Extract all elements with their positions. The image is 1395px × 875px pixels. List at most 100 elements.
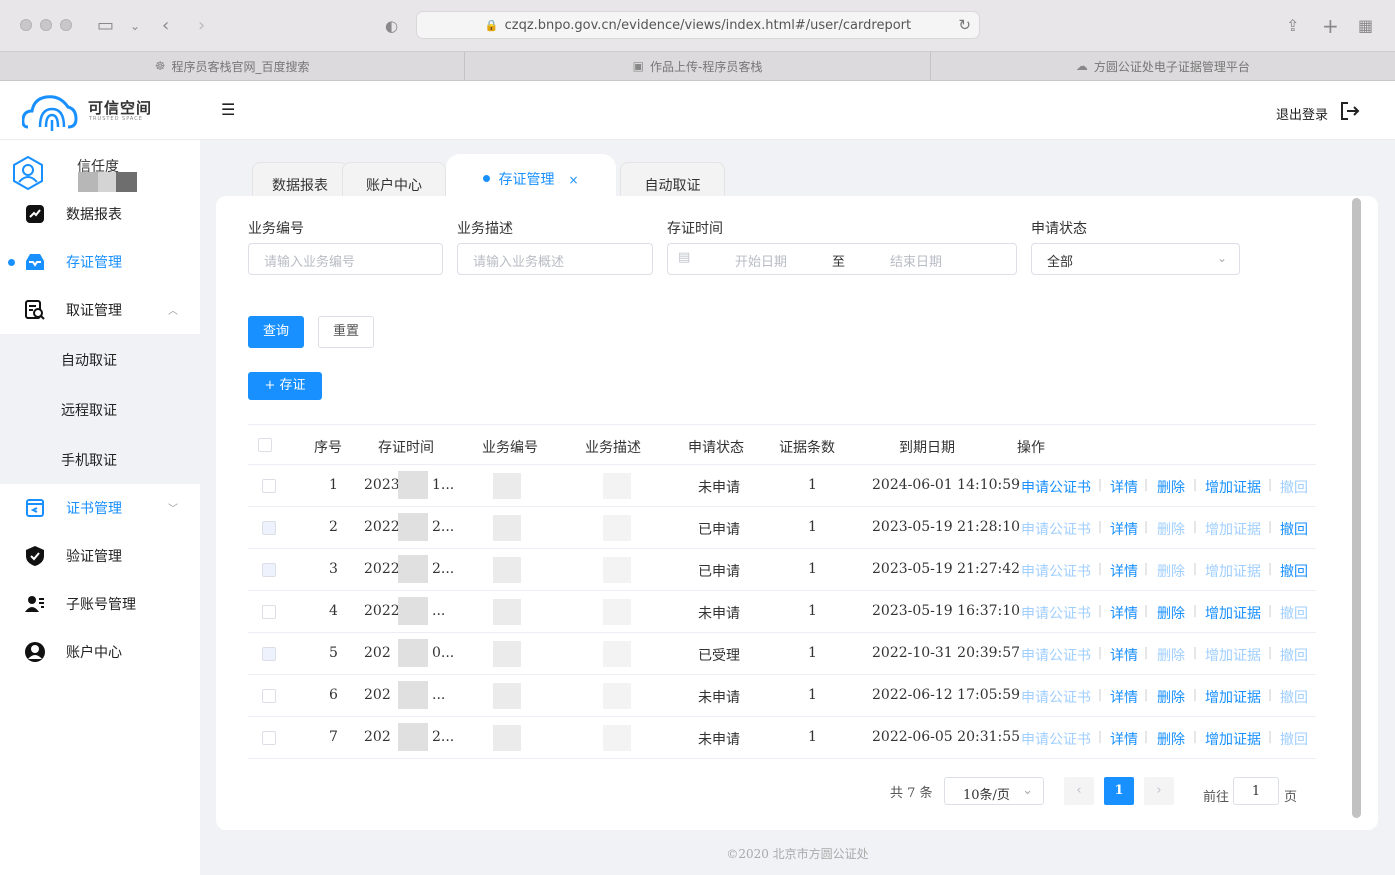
query-button[interactable]: 查询: [248, 316, 304, 348]
detail-link[interactable]: 详情: [1110, 603, 1138, 623]
sidebar-item-data-report[interactable]: 数据报表: [0, 190, 200, 238]
new-tab-icon[interactable]: +: [1322, 14, 1339, 38]
select-all-checkbox[interactable]: [258, 438, 272, 452]
start-date-input[interactable]: 开始日期: [735, 251, 787, 270]
window-controls[interactable]: [20, 19, 72, 31]
share-icon[interactable]: ⇪: [1286, 14, 1299, 38]
row-checkbox[interactable]: [262, 479, 276, 493]
detail-link[interactable]: 详情: [1110, 561, 1138, 581]
table-row[interactable]: 5 202 0... 已受理 1 2022-10-31 20:39:57 申请公证书 详情 删除…: [248, 633, 1316, 675]
withdraw-link[interactable]: 撤回: [1280, 477, 1308, 497]
row-checkbox[interactable]: [262, 731, 276, 745]
withdraw-link[interactable]: 撤回: [1280, 561, 1308, 581]
sidebar-item-verification[interactable]: 验证管理: [0, 532, 200, 580]
redacted-block: [603, 725, 631, 751]
tab-auto-collection[interactable]: 自动取证: [620, 162, 725, 196]
detail-link[interactable]: 详情: [1110, 477, 1138, 497]
goto-page-input[interactable]: 1: [1233, 777, 1279, 805]
withdraw-link[interactable]: 撤回: [1280, 729, 1308, 749]
withdraw-link[interactable]: 撤回: [1280, 603, 1308, 623]
apply-notarization-link[interactable]: 申请公证书: [1021, 603, 1091, 623]
page-size-select[interactable]: 10条/页 ⌄: [944, 777, 1044, 805]
row-checkbox[interactable]: [262, 563, 276, 577]
sidebar-toggle-icon[interactable]: ▭: [97, 14, 114, 38]
add-evidence-link[interactable]: 增加证据: [1205, 603, 1261, 623]
table-row[interactable]: 4 2022... 未申请 1 2023-05-19 16:37:10 申请公证书 详情 删除…: [248, 591, 1316, 633]
detail-link[interactable]: 详情: [1110, 729, 1138, 749]
scrollbar[interactable]: [1352, 198, 1361, 818]
delete-link[interactable]: 删除: [1157, 645, 1185, 665]
biz-desc-input[interactable]: 请输入业务概述: [457, 243, 653, 275]
row-checkbox[interactable]: [262, 647, 276, 661]
status-select[interactable]: 全部 ⌄: [1031, 243, 1240, 275]
user-avatar-icon: [13, 156, 43, 190]
withdraw-link[interactable]: 撤回: [1280, 645, 1308, 665]
add-evidence-link[interactable]: 增加证据: [1205, 729, 1261, 749]
browser-tab-active[interactable]: ☁ 方圆公证处电子证据管理平台: [931, 52, 1395, 80]
delete-link[interactable]: 删除: [1157, 687, 1185, 707]
certificate-icon: [26, 499, 44, 517]
delete-link[interactable]: 删除: [1157, 561, 1185, 581]
add-evidence-button[interactable]: + 存证: [248, 372, 322, 400]
table-row[interactable]: 6 202... 未申请 1 2022-06-12 17:05:59 申请公证书 详情 删除增…: [248, 675, 1316, 717]
apply-notarization-link[interactable]: 申请公证书: [1021, 519, 1091, 539]
detail-link[interactable]: 详情: [1110, 645, 1138, 665]
delete-link[interactable]: 删除: [1157, 603, 1185, 623]
back-icon[interactable]: ‹: [162, 14, 169, 38]
page-number-current[interactable]: 1: [1104, 777, 1134, 805]
add-evidence-link[interactable]: 增加证据: [1205, 477, 1261, 497]
address-bar[interactable]: 🔒 czqz.bnpo.gov.cn/evidence/views/index.…: [416, 11, 980, 39]
biz-no-input[interactable]: 请输入业务编号: [248, 243, 443, 275]
apply-notarization-link[interactable]: 申请公证书: [1021, 687, 1091, 707]
next-page-button[interactable]: ›: [1144, 777, 1174, 805]
delete-link[interactable]: 删除: [1157, 477, 1185, 497]
apply-notarization-link[interactable]: 申请公证书: [1021, 477, 1091, 497]
delete-link[interactable]: 删除: [1157, 729, 1185, 749]
logout-icon[interactable]: [1339, 100, 1361, 122]
row-checkbox[interactable]: [262, 689, 276, 703]
delete-link[interactable]: 删除: [1157, 519, 1185, 539]
sidebar-item-evidence-storage[interactable]: 存证管理: [0, 238, 200, 286]
tab-account-center[interactable]: 账户中心: [342, 162, 446, 196]
reset-button[interactable]: 重置: [318, 316, 374, 348]
detail-link[interactable]: 详情: [1110, 687, 1138, 707]
browser-tab[interactable]: ▣ 作品上传-程序员客栈: [465, 52, 931, 80]
apply-notarization-link[interactable]: 申请公证书: [1021, 729, 1091, 749]
sidebar-item-evidence-collection[interactable]: 取证管理 ︿: [0, 286, 200, 334]
add-evidence-link[interactable]: 增加证据: [1205, 687, 1261, 707]
prev-page-button[interactable]: ‹: [1064, 777, 1094, 805]
shield-icon[interactable]: ◐: [385, 14, 398, 38]
tab-evidence-storage[interactable]: 存证管理 ×: [446, 154, 616, 196]
forward-icon[interactable]: ›: [198, 14, 205, 38]
row-checkbox[interactable]: [262, 521, 276, 535]
logout-button[interactable]: 退出登录: [1276, 104, 1328, 123]
menu-toggle-icon[interactable]: ☰: [221, 100, 235, 119]
sidebar-subitem-remote[interactable]: 远程取证: [61, 400, 117, 420]
add-evidence-link[interactable]: 增加证据: [1205, 519, 1261, 539]
close-icon[interactable]: ×: [568, 173, 578, 187]
add-evidence-link[interactable]: 增加证据: [1205, 645, 1261, 665]
table-row[interactable]: 2 2022 2... 已申请 1 2023-05-19 21:28:10 申请公证书 详情删…: [248, 507, 1316, 549]
row-checkbox[interactable]: [262, 605, 276, 619]
withdraw-link[interactable]: 撤回: [1280, 519, 1308, 539]
table-row[interactable]: 7 202 2... 未申请 1 2022-06-05 20:31:55 申请公证书 详情 删除…: [248, 717, 1316, 759]
end-date-input[interactable]: 结束日期: [890, 251, 942, 270]
apply-notarization-link[interactable]: 申请公证书: [1021, 645, 1091, 665]
add-evidence-link[interactable]: 增加证据: [1205, 561, 1261, 581]
browser-tab[interactable]: ☸ 程序员客栈官网_百度搜索: [0, 52, 466, 80]
detail-link[interactable]: 详情: [1110, 519, 1138, 539]
reload-icon[interactable]: ↻: [958, 16, 971, 34]
apply-notarization-link[interactable]: 申请公证书: [1021, 561, 1091, 581]
col-status: 申请状态: [688, 440, 744, 456]
sidebar-subitem-mobile[interactable]: 手机取证: [61, 450, 117, 470]
tab-overview-icon[interactable]: ▦: [1358, 14, 1373, 38]
sidebar-subitem-auto[interactable]: 自动取证: [61, 350, 117, 370]
tab-data-report[interactable]: 数据报表: [252, 162, 348, 196]
withdraw-link[interactable]: 撤回: [1280, 687, 1308, 707]
sidebar-item-certificates[interactable]: 证书管理 ﹀: [0, 484, 200, 532]
chevron-down-icon[interactable]: ⌄: [130, 14, 140, 38]
table-row[interactable]: 1 2023 1... 未申请 1 2024-06-01 14:10:59 申请公证书 详情删…: [248, 465, 1316, 507]
table-row[interactable]: 3 2022 2... 已申请 1 2023-05-19 21:27:42 申请公证书 详情删…: [248, 549, 1316, 591]
sidebar-item-sub-accounts[interactable]: 子账号管理: [0, 580, 200, 628]
sidebar-item-account-center[interactable]: 账户中心: [0, 628, 200, 676]
